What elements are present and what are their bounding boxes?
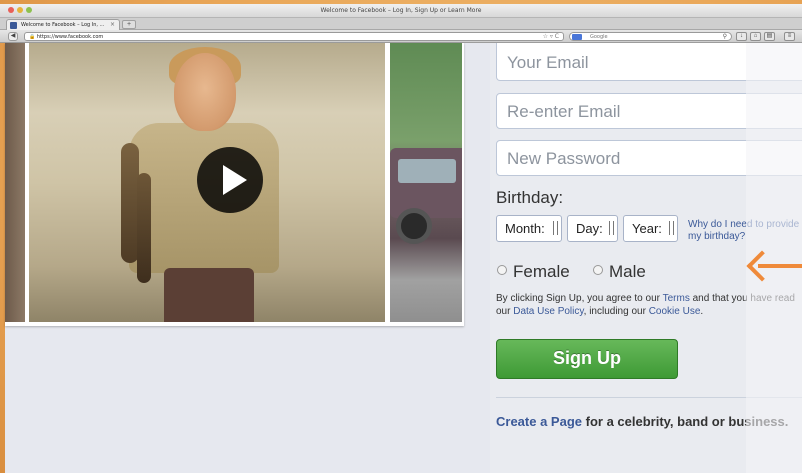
video-thumbnail[interactable] <box>29 43 385 322</box>
photo-car-window <box>398 159 456 183</box>
gender-female-option[interactable]: Female <box>497 262 570 282</box>
annotation-arrow-icon <box>746 250 802 282</box>
photo-strip-left <box>5 43 25 322</box>
video-frame <box>5 43 464 326</box>
terms-mid2: , including our <box>583 306 646 317</box>
day-select[interactable]: Day: <box>567 215 618 242</box>
facebook-page: Your Email Re-enter Email New Password B… <box>5 43 802 473</box>
search-icon[interactable]: ⚲ <box>723 33 727 40</box>
gender-male-option[interactable]: Male <box>593 262 646 282</box>
lock-icon: 🔒 <box>29 34 36 40</box>
window-title: Welcome to Facebook – Log In, Sign Up or… <box>320 7 482 14</box>
data-use-policy-link[interactable]: Data Use Policy <box>513 306 583 317</box>
facebook-favicon-icon <box>10 22 17 29</box>
male-radio[interactable] <box>593 265 603 275</box>
terms-prefix: By clicking Sign Up, you agree to our <box>496 293 660 304</box>
photo-car-wheel <box>396 208 432 244</box>
back-button[interactable]: ◀ <box>8 32 18 41</box>
sign-up-button[interactable]: Sign Up <box>496 339 678 379</box>
home-icon[interactable]: ⌂ <box>750 32 761 41</box>
year-select-label: Year: <box>632 221 662 236</box>
tab-close-icon[interactable]: × <box>110 21 115 28</box>
month-select-label: Month: <box>505 221 545 236</box>
annotation-arrow-head <box>746 250 778 282</box>
search-input[interactable]: Google ⚲ <box>569 32 732 41</box>
photo-child-face <box>174 53 236 131</box>
birthday-label: Birthday: <box>496 188 564 207</box>
tab-facebook[interactable]: Welcome to Facebook – Log In, ... × <box>6 19 120 30</box>
download-icon[interactable]: ↓ <box>736 32 747 41</box>
google-search-engine-icon[interactable] <box>572 34 582 40</box>
reload-icon[interactable]: ☆ ▿ C <box>543 33 559 40</box>
address-bar[interactable]: 🔒 https://www.facebook.com ☆ ▿ C <box>24 32 564 41</box>
photo-child-legs <box>164 268 254 322</box>
female-label: Female <box>513 262 570 281</box>
chevron-down-icon <box>609 221 614 235</box>
play-icon <box>223 165 247 195</box>
terms-end: . <box>700 306 704 317</box>
play-button[interactable] <box>197 147 263 213</box>
address-url: https://www.facebook.com <box>36 34 104 40</box>
window-titlebar: Welcome to Facebook – Log In, Sign Up or… <box>0 4 802 18</box>
chevron-down-icon <box>669 221 674 235</box>
day-select-label: Day: <box>576 221 603 236</box>
create-page-text: Create a Page for a celebrity, band or b… <box>496 414 788 429</box>
tab-bar: Welcome to Facebook – Log In, ... × + <box>0 18 802 30</box>
new-tab-button[interactable]: + <box>122 20 136 29</box>
photo-fish <box>137 173 151 283</box>
cookie-use-link[interactable]: Cookie Use <box>649 306 701 317</box>
bookmarks-icon[interactable]: ▤ <box>764 32 775 41</box>
photo-car <box>390 43 462 322</box>
menu-icon[interactable]: ≡ <box>784 32 795 41</box>
left-content <box>5 43 490 473</box>
create-page-link[interactable]: Create a Page <box>496 414 582 429</box>
year-select[interactable]: Year: <box>623 215 678 242</box>
search-placeholder: Google <box>590 34 608 40</box>
female-radio[interactable] <box>497 265 507 275</box>
terms-link[interactable]: Terms <box>663 293 690 304</box>
tab-title: Welcome to Facebook – Log In, ... <box>21 22 105 28</box>
chevron-down-icon <box>553 221 558 235</box>
male-label: Male <box>609 262 646 281</box>
navigation-toolbar: ◀ 🔒 https://www.facebook.com ☆ ▿ C Googl… <box>0 30 802 43</box>
month-select[interactable]: Month: <box>496 215 562 242</box>
